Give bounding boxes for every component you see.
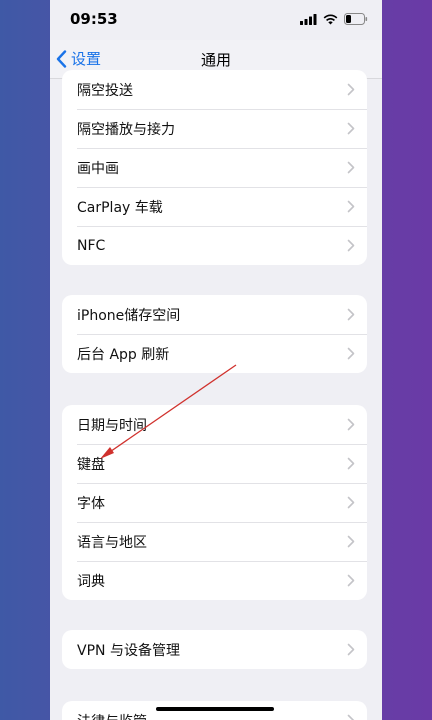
chevron-right-icon — [347, 308, 355, 321]
row-label: CarPlay 车载 — [77, 199, 163, 216]
row-label: 词典 — [77, 573, 105, 590]
chevron-right-icon — [347, 122, 355, 135]
list-item[interactable]: 字体 — [62, 483, 367, 522]
list-item[interactable]: 日期与时间 — [62, 405, 367, 444]
status-bar: 09:53 — [50, 0, 382, 40]
chevron-right-icon — [347, 643, 355, 656]
chevron-right-icon — [347, 239, 355, 252]
list-item[interactable]: 画中画 — [62, 148, 367, 187]
chevron-right-icon — [347, 200, 355, 213]
chevron-right-icon — [347, 574, 355, 587]
row-label: iPhone储存空间 — [77, 307, 181, 324]
chevron-right-icon — [347, 535, 355, 548]
chevron-right-icon — [347, 457, 355, 470]
list-item[interactable]: 隔空播放与接力 — [62, 109, 367, 148]
list-item[interactable]: iPhone储存空间 — [62, 295, 367, 334]
row-label: 画中画 — [77, 160, 119, 177]
list-item[interactable]: NFC — [62, 226, 367, 265]
phone-screen: 09:53 设置 通用 隔空投送 隔空播放与接力 画中画 CarPlay 车载 … — [50, 0, 382, 720]
status-icons — [300, 13, 368, 25]
settings-group-connectivity: 隔空投送 隔空播放与接力 画中画 CarPlay 车载 NFC — [62, 70, 367, 265]
settings-group-locale: 日期与时间 键盘 字体 语言与地区 词典 — [62, 405, 367, 600]
settings-group-storage: iPhone储存空间 后台 App 刷新 — [62, 295, 367, 373]
home-indicator — [156, 707, 274, 711]
status-time: 09:53 — [70, 10, 118, 28]
row-label: 法律与监管 — [77, 711, 147, 720]
list-item[interactable]: 隔空投送 — [62, 70, 367, 109]
row-label: 语言与地区 — [77, 534, 147, 551]
row-label: VPN 与设备管理 — [77, 642, 180, 659]
chevron-right-icon — [347, 347, 355, 360]
row-label: 日期与时间 — [77, 417, 147, 434]
list-item[interactable]: 词典 — [62, 561, 367, 600]
chevron-right-icon — [347, 83, 355, 96]
chevron-right-icon — [347, 418, 355, 431]
cellular-signal-icon — [300, 13, 317, 25]
list-item[interactable]: 后台 App 刷新 — [62, 334, 367, 373]
chevron-right-icon — [347, 496, 355, 509]
row-label: 隔空播放与接力 — [77, 121, 175, 138]
chevron-right-icon — [347, 714, 355, 720]
list-item[interactable]: 键盘 — [62, 444, 367, 483]
row-label: 键盘 — [77, 456, 105, 473]
row-label: 后台 App 刷新 — [77, 346, 170, 363]
list-item[interactable]: VPN 与设备管理 — [62, 630, 367, 669]
page-title: 通用 — [200, 51, 231, 69]
settings-group-vpn: VPN 与设备管理 — [62, 630, 367, 669]
row-label: NFC — [77, 237, 106, 254]
list-item[interactable]: 语言与地区 — [62, 522, 367, 561]
row-label: 字体 — [77, 495, 105, 512]
wifi-icon — [323, 14, 338, 24]
row-label: 隔空投送 — [77, 82, 133, 99]
list-item[interactable]: CarPlay 车载 — [62, 187, 367, 226]
chevron-right-icon — [347, 161, 355, 174]
battery-icon — [344, 13, 368, 25]
